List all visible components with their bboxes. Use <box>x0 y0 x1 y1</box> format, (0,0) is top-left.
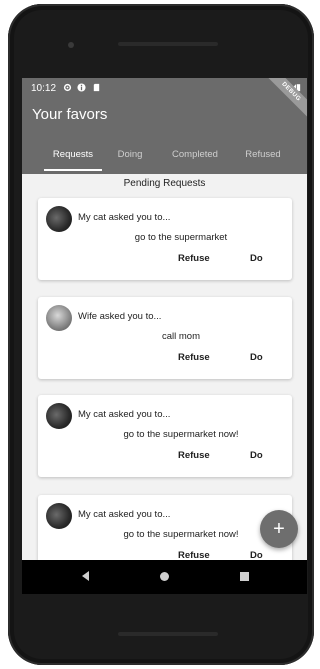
screen: 10:12 ⁴◢▮ DEBUG Your favors Requests <box>22 78 307 560</box>
settings-icon <box>63 83 72 92</box>
sd-card-icon <box>93 83 100 92</box>
favor-asker: My cat asked you to... <box>78 212 171 223</box>
section-title: Pending Requests <box>123 178 206 189</box>
favor-asker: Wife asked you to... <box>78 311 162 322</box>
favor-asker: My cat asked you to... <box>78 509 171 520</box>
refuse-button[interactable]: Refuse <box>178 253 210 264</box>
favor-card: Wife asked you to... call mom Refuse Do <box>38 297 292 379</box>
status-time: 10:12 <box>31 83 57 94</box>
do-button[interactable]: Do <box>250 550 263 560</box>
avatar <box>46 206 72 232</box>
favor-task: go to the supermarket now! <box>123 429 239 440</box>
status-bar: 10:12 ⁴◢▮ <box>22 78 307 98</box>
plus-icon: + <box>273 518 285 540</box>
tab-refused[interactable]: Refused <box>234 136 292 174</box>
favor-card: My cat asked you to... go to the superma… <box>38 198 292 280</box>
tab-completed[interactable]: Completed <box>160 136 230 174</box>
bottom-speaker <box>118 632 218 636</box>
favor-task: go to the supermarket now! <box>123 529 239 540</box>
info-icon <box>77 83 86 92</box>
favor-task: go to the supermarket <box>134 232 228 243</box>
app-title: Your favors <box>32 106 108 123</box>
favor-task: call mom <box>161 331 200 342</box>
tab-indicator <box>44 169 102 171</box>
navigation-bar <box>22 560 307 594</box>
home-icon[interactable] <box>160 572 169 581</box>
top-speaker <box>118 42 218 46</box>
phone-frame: 10:12 ⁴◢▮ DEBUG Your favors Requests <box>8 4 314 665</box>
avatar <box>46 305 72 331</box>
recents-icon[interactable] <box>240 572 249 581</box>
avatar <box>46 503 72 529</box>
favor-card: My cat asked you to... go to the superma… <box>38 395 292 477</box>
refuse-button[interactable]: Refuse <box>178 352 210 363</box>
front-camera <box>68 42 74 48</box>
back-icon[interactable] <box>82 571 89 581</box>
do-button[interactable]: Do <box>250 450 263 461</box>
refuse-button[interactable]: Refuse <box>178 450 210 461</box>
favor-asker: My cat asked you to... <box>78 409 171 420</box>
do-button[interactable]: Do <box>250 253 263 264</box>
add-favor-button[interactable]: + <box>260 510 298 548</box>
app-bar: 10:12 ⁴◢▮ DEBUG Your favors Requests <box>22 78 307 174</box>
favor-card: My cat asked you to... go to the superma… <box>38 495 292 560</box>
do-button[interactable]: Do <box>250 352 263 363</box>
refuse-button[interactable]: Refuse <box>178 550 210 560</box>
avatar <box>46 403 72 429</box>
tab-doing[interactable]: Doing <box>108 136 152 174</box>
